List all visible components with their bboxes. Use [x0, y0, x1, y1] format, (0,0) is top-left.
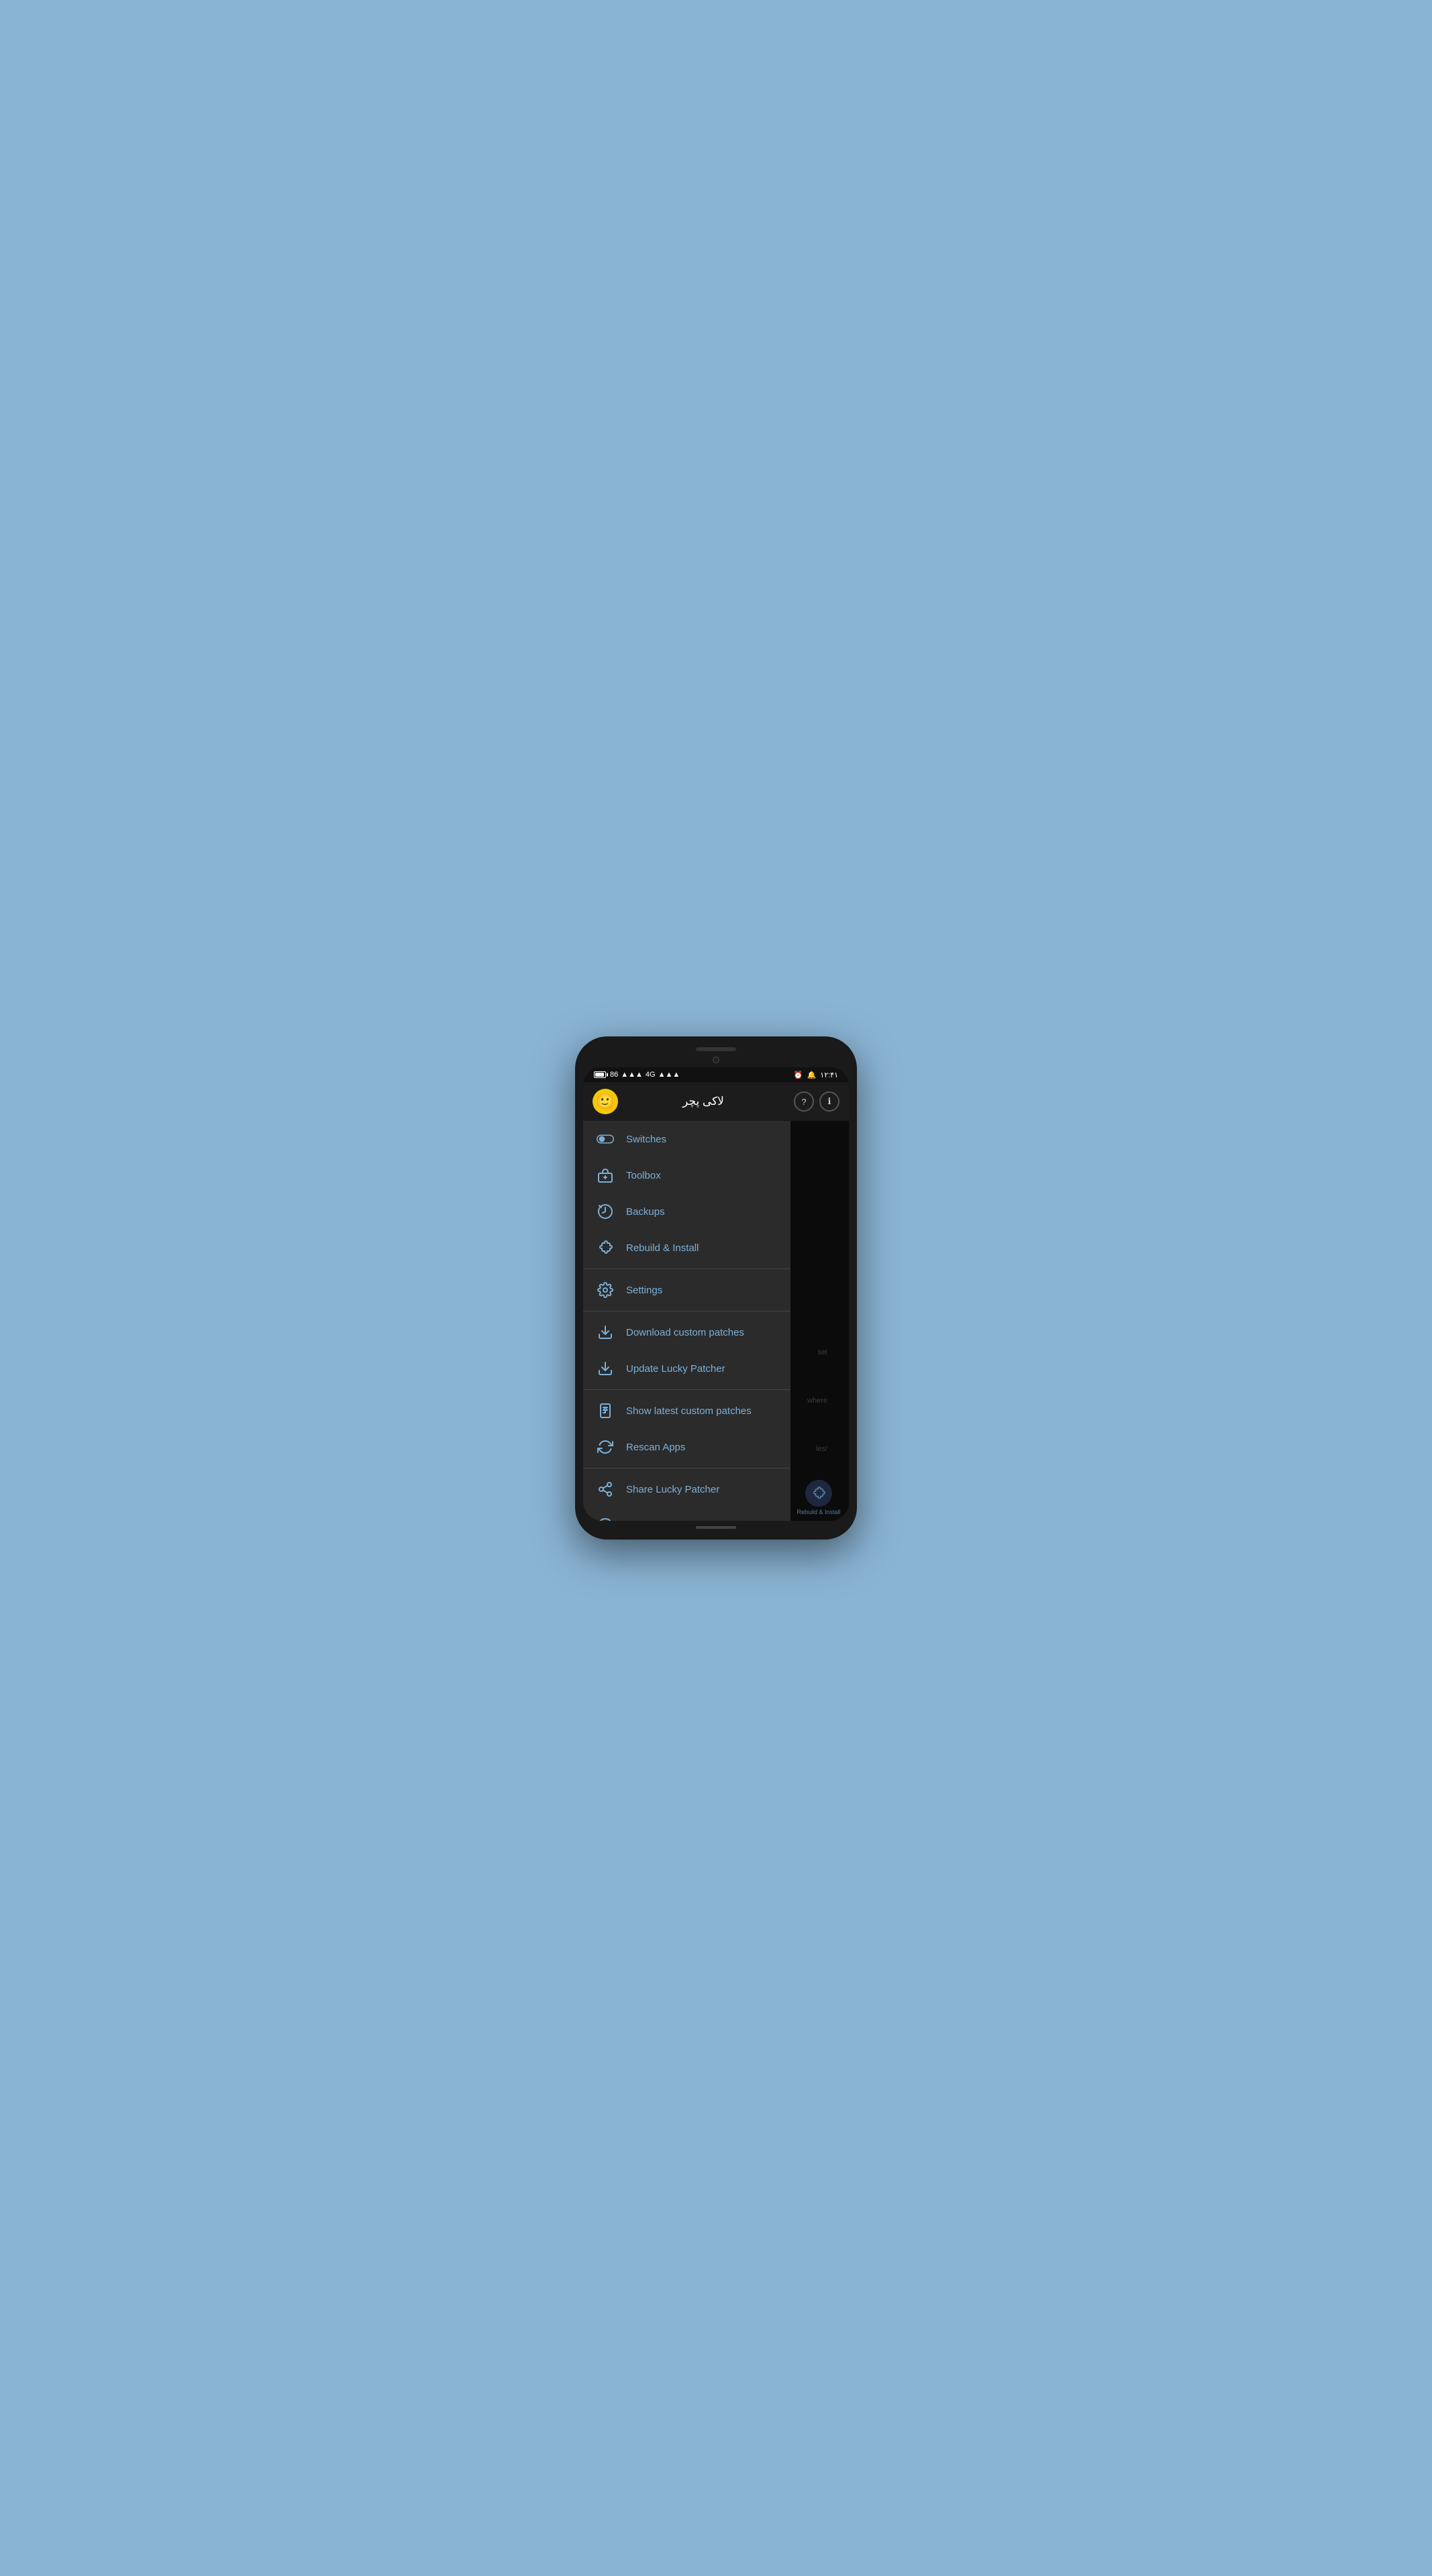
help-button[interactable]: ? [794, 1091, 814, 1112]
menu-item-latest-patches[interactable]: Show latest custom patches [583, 1393, 790, 1429]
info-button[interactable]: ℹ [819, 1091, 839, 1112]
phone-screen: 86 ▲▲▲ 4G ▲▲▲ ⏰ 🔔 ۱۲:۴۱ 🙂 لاکی پچر ? [583, 1067, 849, 1521]
status-right: ⏰ 🔔 ۱۲:۴۱ [794, 1071, 838, 1079]
rebuild-icon [597, 1239, 614, 1256]
rescan-icon [597, 1438, 614, 1456]
status-left: 86 ▲▲▲ 4G ▲▲▲ [594, 1071, 680, 1079]
phone-camera [713, 1057, 719, 1063]
menu-item-download-patches[interactable]: Download custom patches [583, 1314, 790, 1350]
toolbox-label: Toolbox [626, 1170, 661, 1181]
battery-level: 86 [610, 1071, 618, 1079]
menu-item-help[interactable]: Help [583, 1507, 790, 1521]
latest-patches-icon [597, 1402, 614, 1419]
battery-icon [594, 1071, 606, 1078]
phone-bottom-bar [696, 1526, 736, 1529]
share-label: Share Lucky Patcher [626, 1484, 719, 1495]
rebuild-label: Rebuild & Install [626, 1242, 699, 1254]
alarm-icon: ⏰ [794, 1071, 803, 1079]
signal-icon: ▲▲▲ [621, 1071, 643, 1079]
backups-icon [597, 1203, 614, 1220]
backups-label: Backups [626, 1206, 665, 1218]
menu-item-rebuild[interactable]: Rebuild & Install [583, 1230, 790, 1266]
app-header: 🙂 لاکی پچر ? ℹ [583, 1082, 849, 1121]
menu-item-update[interactable]: Update Lucky Patcher [583, 1350, 790, 1387]
menu-item-backups[interactable]: Backups [583, 1193, 790, 1230]
app-title: لاکی پچر [618, 1095, 788, 1108]
menu-item-settings[interactable]: Settings [583, 1272, 790, 1308]
help-circle-icon [597, 1517, 614, 1521]
menu-item-rescan[interactable]: Rescan Apps [583, 1429, 790, 1465]
menu-item-share[interactable]: Share Lucky Patcher [583, 1471, 790, 1507]
settings-icon [597, 1281, 614, 1299]
logo-emoji: 🙂 [596, 1093, 614, 1110]
rescan-label: Rescan Apps [626, 1442, 685, 1453]
status-bar: 86 ▲▲▲ 4G ▲▲▲ ⏰ 🔔 ۱۲:۴۱ [583, 1067, 849, 1082]
settings-label: Settings [626, 1285, 662, 1296]
signal-icon2: ▲▲▲ [658, 1071, 680, 1079]
network-type: 4G [646, 1071, 656, 1079]
update-label: Update Lucky Patcher [626, 1363, 725, 1375]
phone-device: 86 ▲▲▲ 4G ▲▲▲ ⏰ 🔔 ۱۲:۴۱ 🙂 لاکی پچر ? [575, 1036, 857, 1540]
phone-speaker [696, 1047, 736, 1051]
navigation-drawer: Switches Toolbox [583, 1121, 790, 1521]
switches-icon [597, 1130, 614, 1148]
header-icons: ? ℹ [794, 1091, 839, 1112]
divider-3 [583, 1389, 790, 1390]
info-icon: ℹ [828, 1096, 831, 1107]
latest-patches-label: Show latest custom patches [626, 1405, 752, 1417]
silent-icon: 🔔 [807, 1071, 817, 1079]
help-icon: ? [801, 1097, 806, 1107]
time-display: ۱۲:۴۱ [820, 1071, 838, 1079]
toolbox-icon [597, 1167, 614, 1184]
download-patches-label: Download custom patches [626, 1327, 744, 1338]
app-logo: 🙂 [593, 1089, 618, 1114]
menu-item-switches[interactable]: Switches [583, 1121, 790, 1157]
share-icon [597, 1481, 614, 1498]
download-patches-icon [597, 1324, 614, 1341]
menu-item-toolbox[interactable]: Toolbox [583, 1157, 790, 1193]
update-icon [597, 1360, 614, 1377]
screen-content: set where les/ Rebuild & Install [583, 1121, 849, 1521]
switches-label: Switches [626, 1134, 666, 1145]
help-label: Help [626, 1520, 647, 1521]
